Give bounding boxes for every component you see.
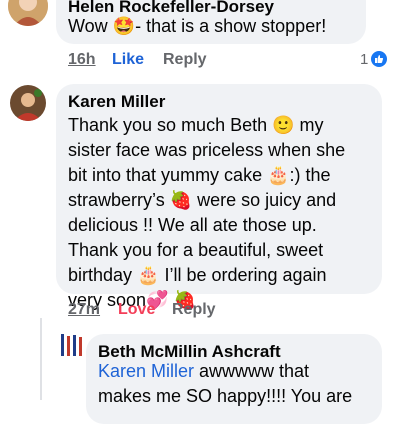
reply-thread-line [40, 318, 42, 400]
karen-comment-line: bit into that yummy cake 🎂:) the [68, 165, 331, 185]
karen-comment-text: Thank you so much Beth 🙂 my sister face … [68, 113, 345, 313]
thumbs-up-icon [375, 55, 384, 63]
karen-mention-link[interactable]: Karen Miller [98, 361, 194, 381]
beth-avatar[interactable] [58, 332, 86, 360]
helen-comment-time[interactable]: 16h [68, 51, 96, 69]
helen-like-button[interactable]: Like [112, 51, 144, 69]
karen-comment-line: Thank you so much Beth 🙂 my [68, 115, 324, 135]
karen-comment-line: sister face was priceless when she [68, 140, 346, 160]
helen-reaction-count[interactable]: 1 [360, 49, 388, 69]
star-struck-emoji: 🤩 [112, 16, 136, 37]
karen-comment-time[interactable]: 27m [68, 301, 100, 319]
karen-reply-button[interactable]: Reply [172, 301, 216, 319]
karen-avatar[interactable] [10, 85, 46, 121]
karen-comment-line: strawberry’s 🍓 were so juicy and [68, 190, 337, 210]
karen-comment-line: birthday 🎂 I’ll be ordering again [68, 265, 327, 285]
avatar-image [58, 332, 86, 360]
karen-author-name[interactable]: Karen Miller [68, 92, 165, 112]
karen-love-button[interactable]: Love [118, 301, 155, 319]
helen-reply-button[interactable]: Reply [163, 51, 207, 69]
helen-avatar[interactable] [8, 0, 48, 26]
karen-comment-line: Thank you for a beautiful, sweet [68, 240, 324, 260]
beth-comment-line: makes me SO happy!!!! You are [98, 386, 353, 406]
avatar-image [10, 85, 46, 121]
beth-comment-text: Karen Miller awwwww that makes me SO hap… [98, 359, 352, 409]
like-badge-icon [371, 51, 388, 67]
avatar-image [8, 0, 48, 26]
beth-comment-line: Karen Miller awwwww that [98, 361, 310, 381]
helen-comment-text: Wow 🤩- that is a show stopper! [68, 16, 327, 37]
karen-comment-line: delicious !! We all ate those up. [68, 215, 317, 235]
